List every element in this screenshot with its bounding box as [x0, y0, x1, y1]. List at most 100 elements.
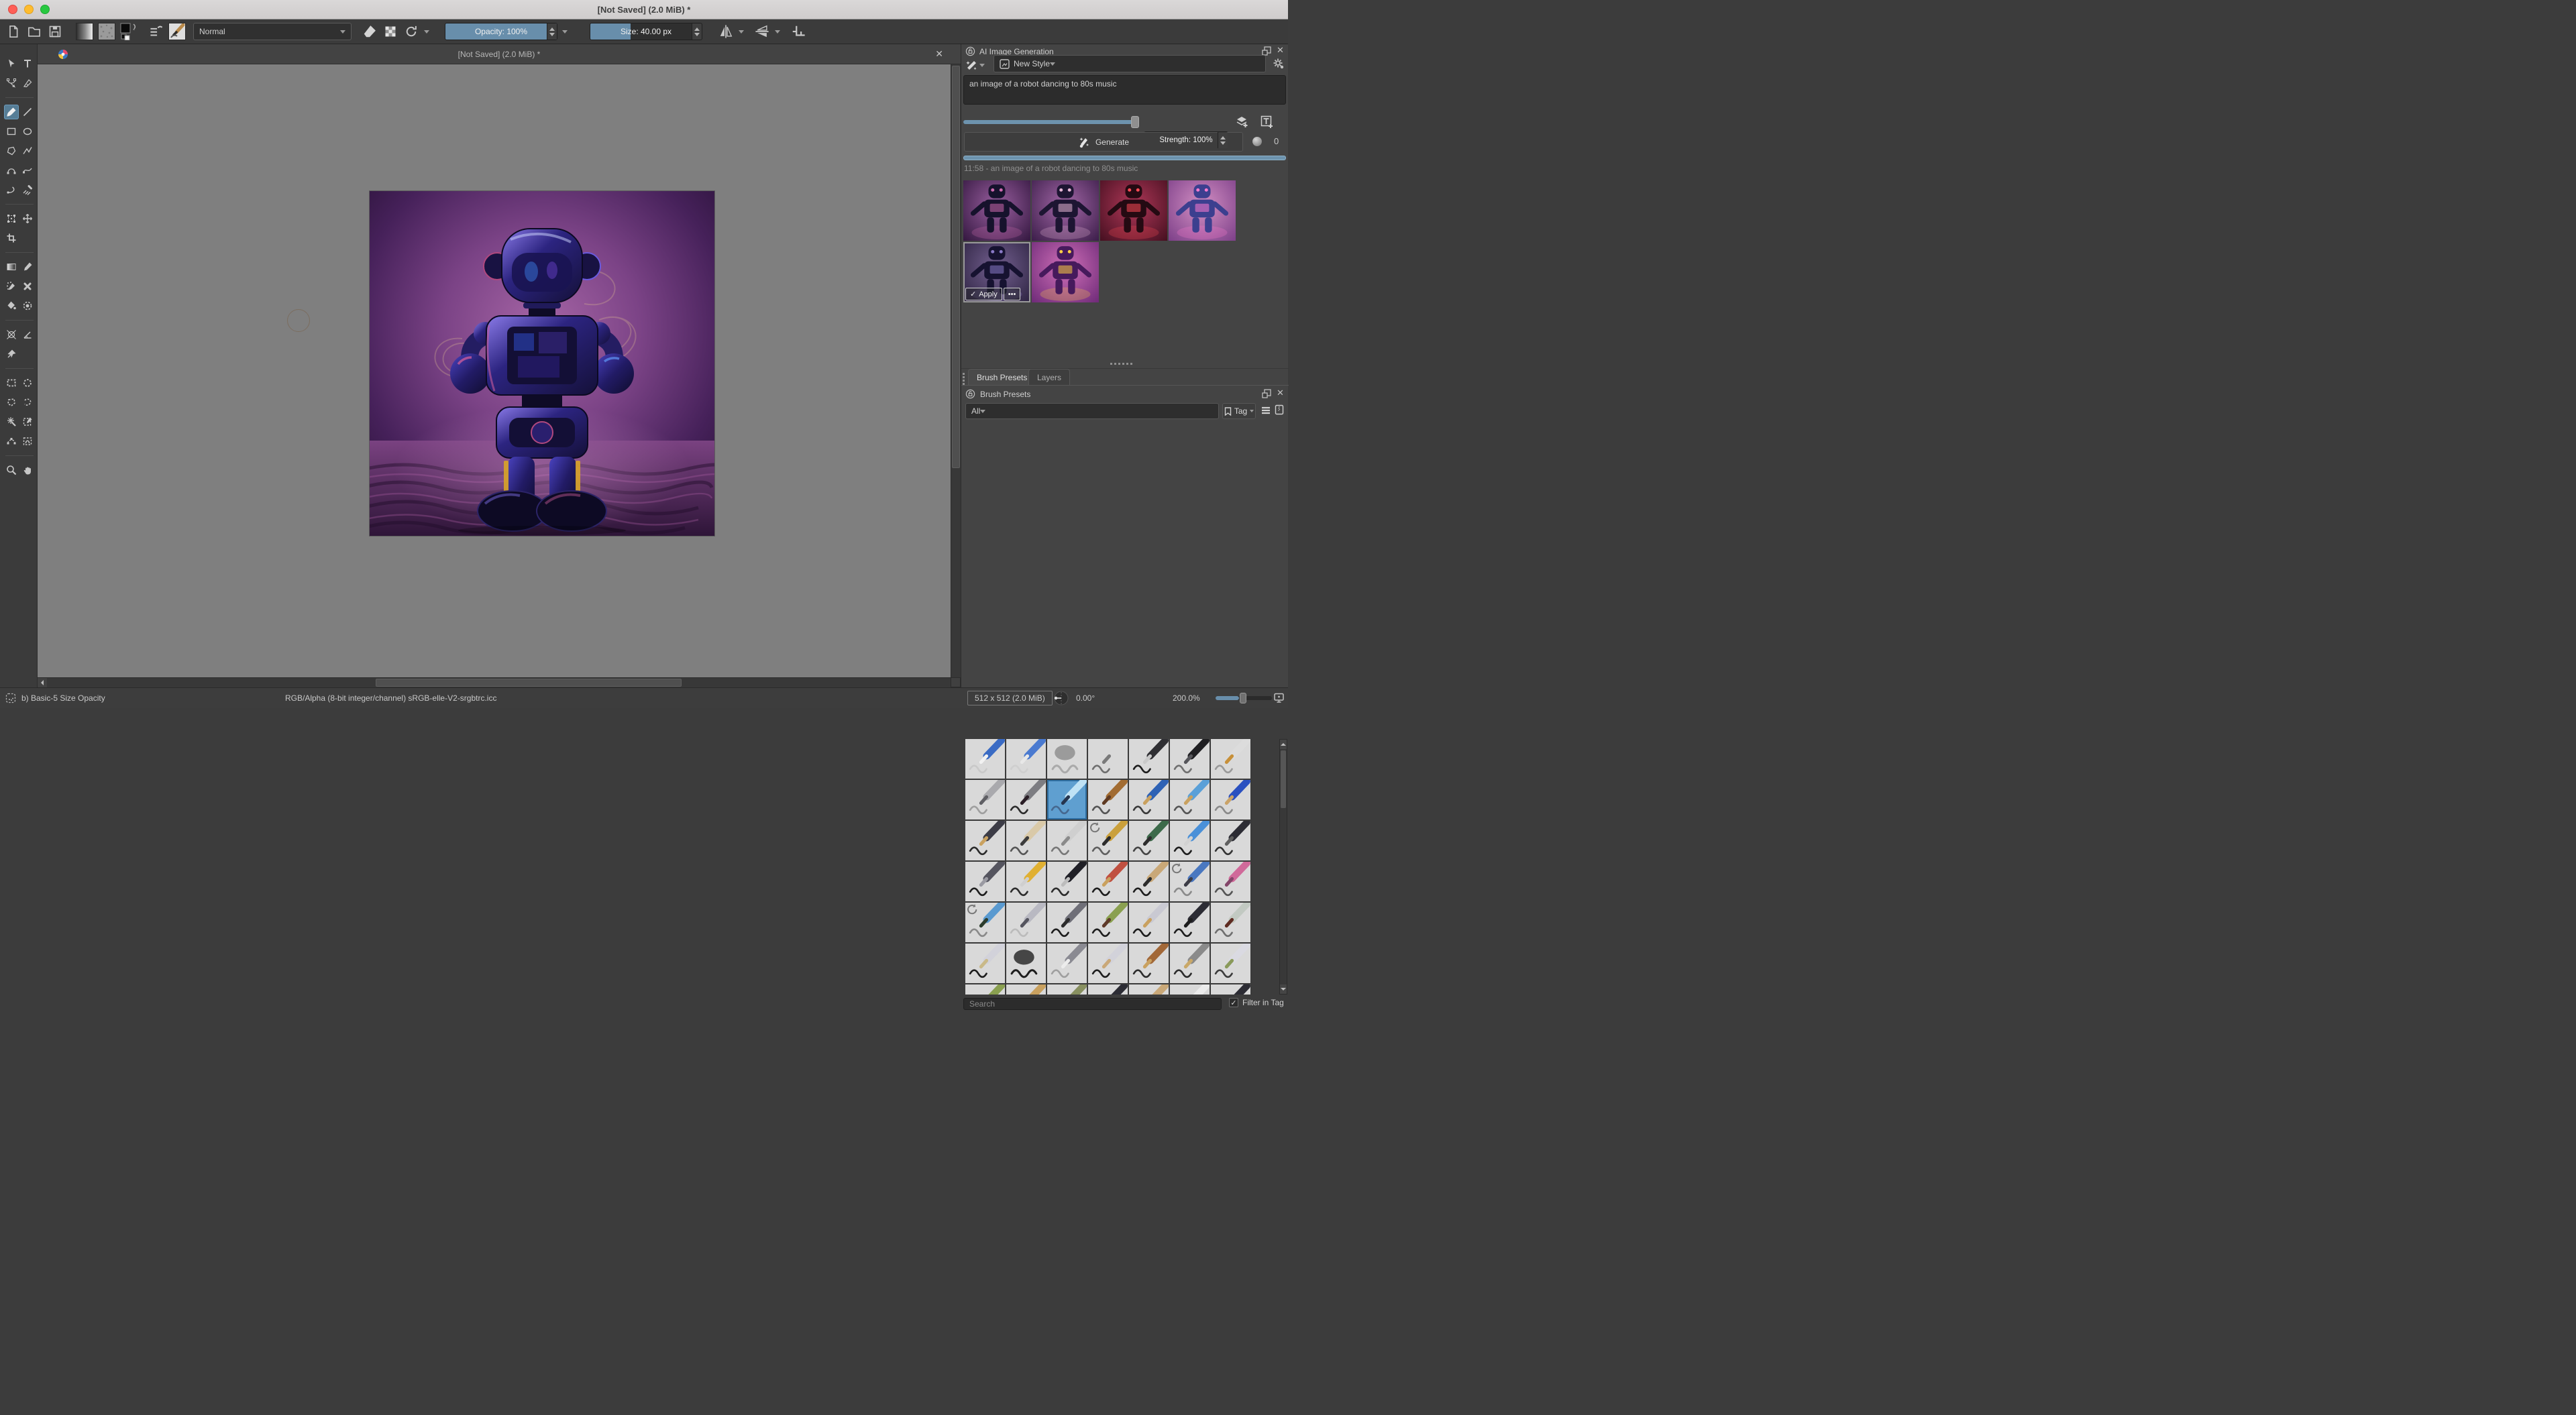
brush-preset-tile[interactable]	[1170, 984, 1210, 995]
brush-preset-tile[interactable]	[1088, 903, 1128, 942]
canvas-vertical-scrollbar[interactable]	[951, 64, 961, 677]
tool-smart-patch[interactable]	[4, 279, 19, 294]
filter-in-tag-checkbox[interactable]: ✓ Filter in Tag	[1229, 998, 1284, 1007]
brush-preset-chip[interactable]	[168, 23, 186, 40]
tool-colorize-mask[interactable]	[20, 279, 35, 294]
tag-filter-dropdown[interactable]: All	[965, 403, 1219, 419]
presets-scroll-thumb[interactable]	[1281, 750, 1286, 808]
close-document-icon[interactable]: ✕	[935, 48, 943, 60]
opacity-spinslider[interactable]: Opacity: 100%	[445, 23, 557, 40]
brush-preset-tile[interactable]	[1088, 739, 1128, 779]
brush-preset-tile[interactable]	[965, 984, 1005, 995]
brush-preset-tile[interactable]	[1088, 780, 1128, 819]
brush-preset-tile[interactable]	[1211, 944, 1250, 983]
brush-preset-tile[interactable]	[1006, 862, 1046, 901]
brush-preset-tile[interactable]	[1129, 903, 1169, 942]
brush-preset-tile[interactable]	[1170, 780, 1210, 819]
generated-image-thumbnail[interactable]	[1032, 180, 1099, 241]
presets-scrollbar[interactable]	[1279, 739, 1287, 995]
tool-rect-select[interactable]	[4, 376, 19, 390]
canvas-image-robot[interactable]	[369, 190, 715, 536]
brush-preset-tile[interactable]	[1088, 944, 1128, 983]
mirror-horizontal-icon[interactable]	[718, 23, 734, 40]
tool-crop[interactable]	[4, 231, 19, 245]
wrap-around-mode-icon[interactable]	[790, 23, 806, 40]
document-titlebar[interactable]: [Not Saved] (2.0 MiB) * ✕	[38, 44, 961, 64]
tool-gradient[interactable]	[4, 260, 19, 274]
lock-docker-icon[interactable]	[965, 46, 975, 56]
more-options-button[interactable]: •••	[1003, 288, 1021, 300]
brush-preset-tile[interactable]	[1047, 944, 1087, 983]
tabbar-handle[interactable]	[963, 373, 965, 385]
strength-steppers[interactable]	[1218, 132, 1228, 148]
chevron-down-icon[interactable]	[562, 30, 568, 34]
mirror-vertical-icon[interactable]	[754, 23, 770, 40]
prompt-input[interactable]: an image of a robot dancing to 80s music	[963, 75, 1286, 105]
zoom-percentage[interactable]: 200.0%	[1173, 688, 1200, 708]
size-steppers[interactable]	[692, 23, 702, 40]
tool-freehand-brush[interactable]	[4, 105, 19, 119]
gradient-chooser[interactable]	[76, 23, 93, 40]
brush-preset-tile[interactable]	[1170, 944, 1210, 983]
brush-preset-tile[interactable]	[1047, 821, 1087, 860]
colorspace-info[interactable]: RGB/Alpha (8-bit integer/channel) sRGB-e…	[285, 688, 496, 708]
blending-mode-dropdown[interactable]: Normal	[193, 23, 352, 40]
add-text-icon[interactable]	[1260, 115, 1274, 129]
brush-settings-icon[interactable]	[148, 23, 164, 40]
brush-preset-tile[interactable]	[1006, 944, 1046, 983]
brush-preset-tile[interactable]	[1211, 821, 1250, 860]
brush-preset-tile[interactable]	[1006, 780, 1046, 819]
pattern-chooser[interactable]	[98, 23, 115, 40]
tool-move[interactable]	[20, 211, 35, 226]
vscroll-thumb[interactable]	[952, 66, 960, 468]
style-dropdown[interactable]: New Style	[994, 55, 1266, 72]
canvas-rotation-value[interactable]: 0.00°	[1076, 688, 1095, 708]
scroll-left-icon[interactable]	[38, 678, 47, 687]
brush-preset-tile[interactable]	[1006, 903, 1046, 942]
brush-preset-tile[interactable]	[965, 944, 1005, 983]
brush-preset-tile[interactable]	[1211, 903, 1250, 942]
save-button[interactable]	[47, 23, 63, 40]
tool-measure[interactable]	[20, 327, 35, 342]
brush-preset-tile[interactable]	[1088, 984, 1128, 995]
canvas-horizontal-scrollbar[interactable]	[38, 677, 951, 687]
tool-freehand-path[interactable]	[20, 163, 35, 178]
brush-preset-tile[interactable]	[1129, 984, 1169, 995]
brush-preset-tile[interactable]	[1088, 862, 1128, 901]
zoom-slider[interactable]	[1216, 693, 1272, 703]
brush-preset-tile[interactable]	[1088, 821, 1128, 860]
brush-preset-tile[interactable]	[1129, 944, 1169, 983]
opacity-steppers[interactable]	[547, 23, 557, 40]
eraser-mode-button[interactable]	[362, 23, 378, 40]
zoom-slider-handle[interactable]	[1240, 693, 1246, 703]
current-brush-name[interactable]: b) Basic-5 Size Opacity	[21, 688, 105, 708]
generated-image-thumbnail[interactable]	[1100, 180, 1167, 241]
search-input[interactable]: Search	[963, 998, 1222, 1010]
brush-preset-tile[interactable]	[1047, 984, 1087, 995]
tool-fill[interactable]	[4, 298, 19, 313]
tool-select-shapes[interactable]	[4, 56, 19, 71]
tool-polyline[interactable]	[20, 144, 35, 158]
display-mode-icon[interactable]	[1260, 405, 1271, 416]
fit-to-screen-icon[interactable]	[1273, 692, 1285, 703]
tool-similar-color-select[interactable]	[4, 414, 19, 429]
tool-reference-images[interactable]	[4, 347, 19, 361]
generated-image-thumbnail[interactable]: ✓ Apply •••	[963, 242, 1030, 302]
chevron-down-icon[interactable]	[775, 30, 780, 34]
tool-polygon[interactable]	[4, 144, 19, 158]
rotation-dial-icon[interactable]	[1053, 690, 1069, 706]
brush-preset-tile[interactable]	[965, 862, 1005, 901]
tool-line[interactable]	[20, 105, 35, 119]
lock-docker-icon[interactable]	[965, 389, 975, 399]
brush-preset-tile[interactable]	[1006, 984, 1046, 995]
brush-preset-tile[interactable]	[1129, 739, 1169, 779]
tool-zoom[interactable]	[4, 463, 19, 477]
chevron-down-icon[interactable]	[424, 30, 429, 34]
tool-rectangle[interactable]	[4, 124, 19, 139]
brush-preset-tile[interactable]	[1211, 739, 1250, 779]
scroll-down-icon[interactable]	[1280, 984, 1287, 994]
tool-magnetic-select[interactable]	[20, 434, 35, 449]
selection-mode-icon[interactable]	[5, 693, 16, 703]
document-size-info[interactable]: 512 x 512 (2.0 MiB)	[967, 691, 1053, 705]
scroll-up-icon[interactable]	[1280, 740, 1287, 749]
